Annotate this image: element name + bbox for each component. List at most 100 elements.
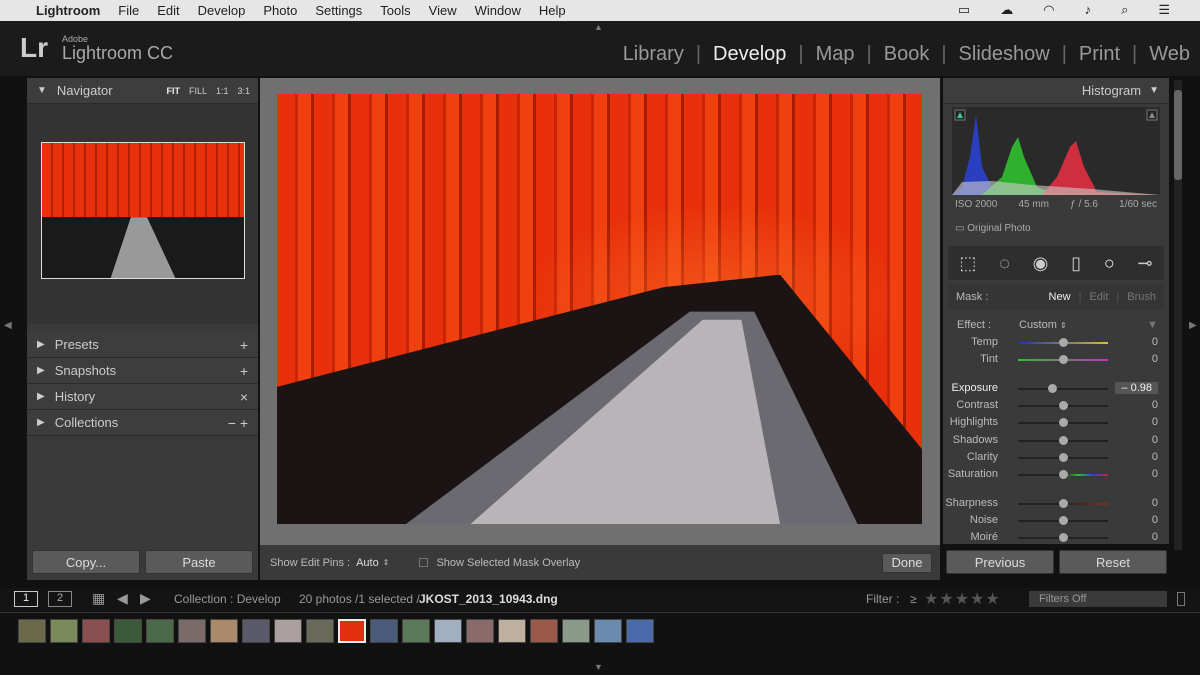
snapshots-panel[interactable]: ▶ Snapshots + [27, 358, 258, 384]
slider-knob[interactable] [1059, 436, 1068, 445]
filmstrip-thumbnail[interactable] [242, 619, 270, 643]
zoom-1-1[interactable]: 1:1 [216, 86, 229, 96]
filename[interactable]: JKOST_2013_10943.dng [419, 592, 558, 606]
filmstrip-thumbnail[interactable] [82, 619, 110, 643]
filmstrip-thumbnail[interactable] [114, 619, 142, 643]
filmstrip-thumbnail[interactable] [594, 619, 622, 643]
slider-knob[interactable] [1059, 355, 1068, 364]
clear-history-button[interactable]: × [240, 389, 248, 405]
mask-overlay-checkbox[interactable] [419, 558, 429, 567]
menu-file[interactable]: File [118, 3, 139, 18]
slider-value[interactable]: 0 [1152, 451, 1158, 463]
filmstrip-thumbnail[interactable] [402, 619, 430, 643]
presets-panel[interactable]: ▶ Presets + [27, 332, 258, 358]
filmstrip-thumbnail[interactable] [338, 619, 366, 643]
filmstrip-thumbnail[interactable] [466, 619, 494, 643]
collections-panel[interactable]: ▶ Collections − + [27, 410, 258, 436]
filmstrip-thumbnail[interactable] [306, 619, 334, 643]
reset-button[interactable]: Reset [1059, 550, 1167, 574]
navigator-header[interactable]: ▼ Navigator FIT FILL 1:1 3:1 [27, 78, 258, 104]
slider-value[interactable]: – 0.98 [1115, 382, 1158, 394]
filmstrip-thumbnail[interactable] [434, 619, 462, 643]
menu-tools[interactable]: Tools [380, 3, 410, 18]
menu-window[interactable]: Window [475, 3, 521, 18]
slider-value[interactable]: 0 [1152, 468, 1158, 480]
module-print[interactable]: Print [1079, 43, 1120, 66]
copy-button[interactable]: Copy... [32, 550, 140, 574]
left-panel-toggle[interactable]: ◀ [4, 320, 12, 331]
add-snapshot-button[interactable]: + [240, 363, 248, 379]
right-scrollbar[interactable] [1174, 80, 1182, 550]
grid-icon[interactable]: ▦ [92, 590, 105, 607]
history-panel[interactable]: ▶ History × [27, 384, 258, 410]
add-preset-button[interactable]: + [240, 337, 248, 353]
zoom-fill[interactable]: FILL [189, 86, 207, 96]
menu-photo[interactable]: Photo [263, 3, 297, 18]
display-icon[interactable]: ▭ [958, 2, 970, 18]
secondary-window-button[interactable]: 2 [48, 591, 72, 607]
module-web[interactable]: Web [1149, 43, 1190, 66]
slider-clarity[interactable]: Clarity 0 [943, 449, 1158, 466]
filmstrip-thumbnail[interactable] [18, 619, 46, 643]
slider-highlights[interactable]: Highlights 0 [943, 414, 1158, 431]
slider-value[interactable]: 0 [1152, 399, 1158, 411]
slider-value[interactable]: 0 [1152, 434, 1158, 446]
filmstrip-thumbnail[interactable] [626, 619, 654, 643]
cloud-icon[interactable]: ☁ [1000, 2, 1013, 18]
slider-moir[interactable]: Moiré 0 [943, 529, 1158, 546]
slider-temp[interactable]: Temp 0 [943, 334, 1158, 351]
slider-exposure[interactable]: Exposure – 0.98 [943, 380, 1158, 397]
filmstrip-thumbnail[interactable] [210, 619, 238, 643]
slider-value[interactable]: 0 [1152, 336, 1158, 348]
right-panel-toggle[interactable]: ▶ [1189, 320, 1197, 331]
filmstrip-thumbnail[interactable] [146, 619, 174, 643]
slider-knob[interactable] [1059, 516, 1068, 525]
search-icon[interactable]: ⌕ [1121, 2, 1128, 18]
slider-knob[interactable] [1059, 401, 1068, 410]
filter-lock-icon[interactable] [1177, 592, 1185, 606]
edit-pins-select[interactable]: Auto [356, 557, 379, 569]
zoom-3-1[interactable]: 3:1 [237, 86, 250, 96]
slider-knob[interactable] [1059, 338, 1068, 347]
slider-noise[interactable]: Noise 0 [943, 512, 1158, 529]
wifi-icon[interactable]: ◠ [1043, 2, 1054, 18]
volume-icon[interactable]: ♪ [1085, 2, 1092, 18]
filmstrip-thumbnail[interactable] [178, 619, 206, 643]
slider-shadows[interactable]: Shadows 0 [943, 432, 1158, 449]
filters-off-select[interactable]: Filters Off [1029, 591, 1167, 607]
slider-knob[interactable] [1048, 384, 1058, 393]
main-window-button[interactable]: 1 [14, 591, 38, 607]
paste-button[interactable]: Paste [145, 550, 253, 574]
slider-value[interactable]: 0 [1152, 514, 1158, 526]
bottom-panel-toggle[interactable]: ▼ [594, 662, 603, 672]
navigator-thumbnail[interactable] [41, 142, 245, 279]
module-slideshow[interactable]: Slideshow [959, 43, 1050, 66]
slider-knob[interactable] [1059, 470, 1068, 479]
filmstrip-thumbnail[interactable] [50, 619, 78, 643]
slider-value[interactable]: 0 [1152, 416, 1158, 428]
filmstrip-thumbnail[interactable] [530, 619, 558, 643]
menu-develop[interactable]: Develop [198, 3, 246, 18]
menu-edit[interactable]: Edit [157, 3, 179, 18]
slider-knob[interactable] [1059, 499, 1068, 508]
filmstrip-thumbnail[interactable] [498, 619, 526, 643]
list-icon[interactable]: ☰ [1158, 2, 1170, 18]
filmstrip-thumbnail[interactable] [562, 619, 590, 643]
menu-settings[interactable]: Settings [315, 3, 362, 18]
slider-knob[interactable] [1059, 453, 1068, 462]
top-panel-toggle[interactable]: ▲ [594, 22, 603, 32]
slider-value[interactable]: 0 [1152, 497, 1158, 509]
filter-operator[interactable]: ≥ [910, 592, 917, 606]
slider-sharpness[interactable]: Sharpness 0 [943, 495, 1158, 512]
zoom-fit[interactable]: FIT [166, 86, 180, 96]
filmstrip-thumbnail[interactable] [274, 619, 302, 643]
filmstrip-thumbnail[interactable] [370, 619, 398, 643]
menu-help[interactable]: Help [539, 3, 566, 18]
module-book[interactable]: Book [884, 43, 930, 66]
forward-arrow-icon[interactable]: ▶ [140, 590, 151, 607]
main-photo[interactable] [277, 94, 922, 524]
slider-knob[interactable] [1059, 418, 1068, 427]
menu-app[interactable]: Lightroom [36, 3, 100, 18]
module-map[interactable]: Map [816, 43, 855, 66]
previous-button[interactable]: Previous [946, 550, 1054, 574]
